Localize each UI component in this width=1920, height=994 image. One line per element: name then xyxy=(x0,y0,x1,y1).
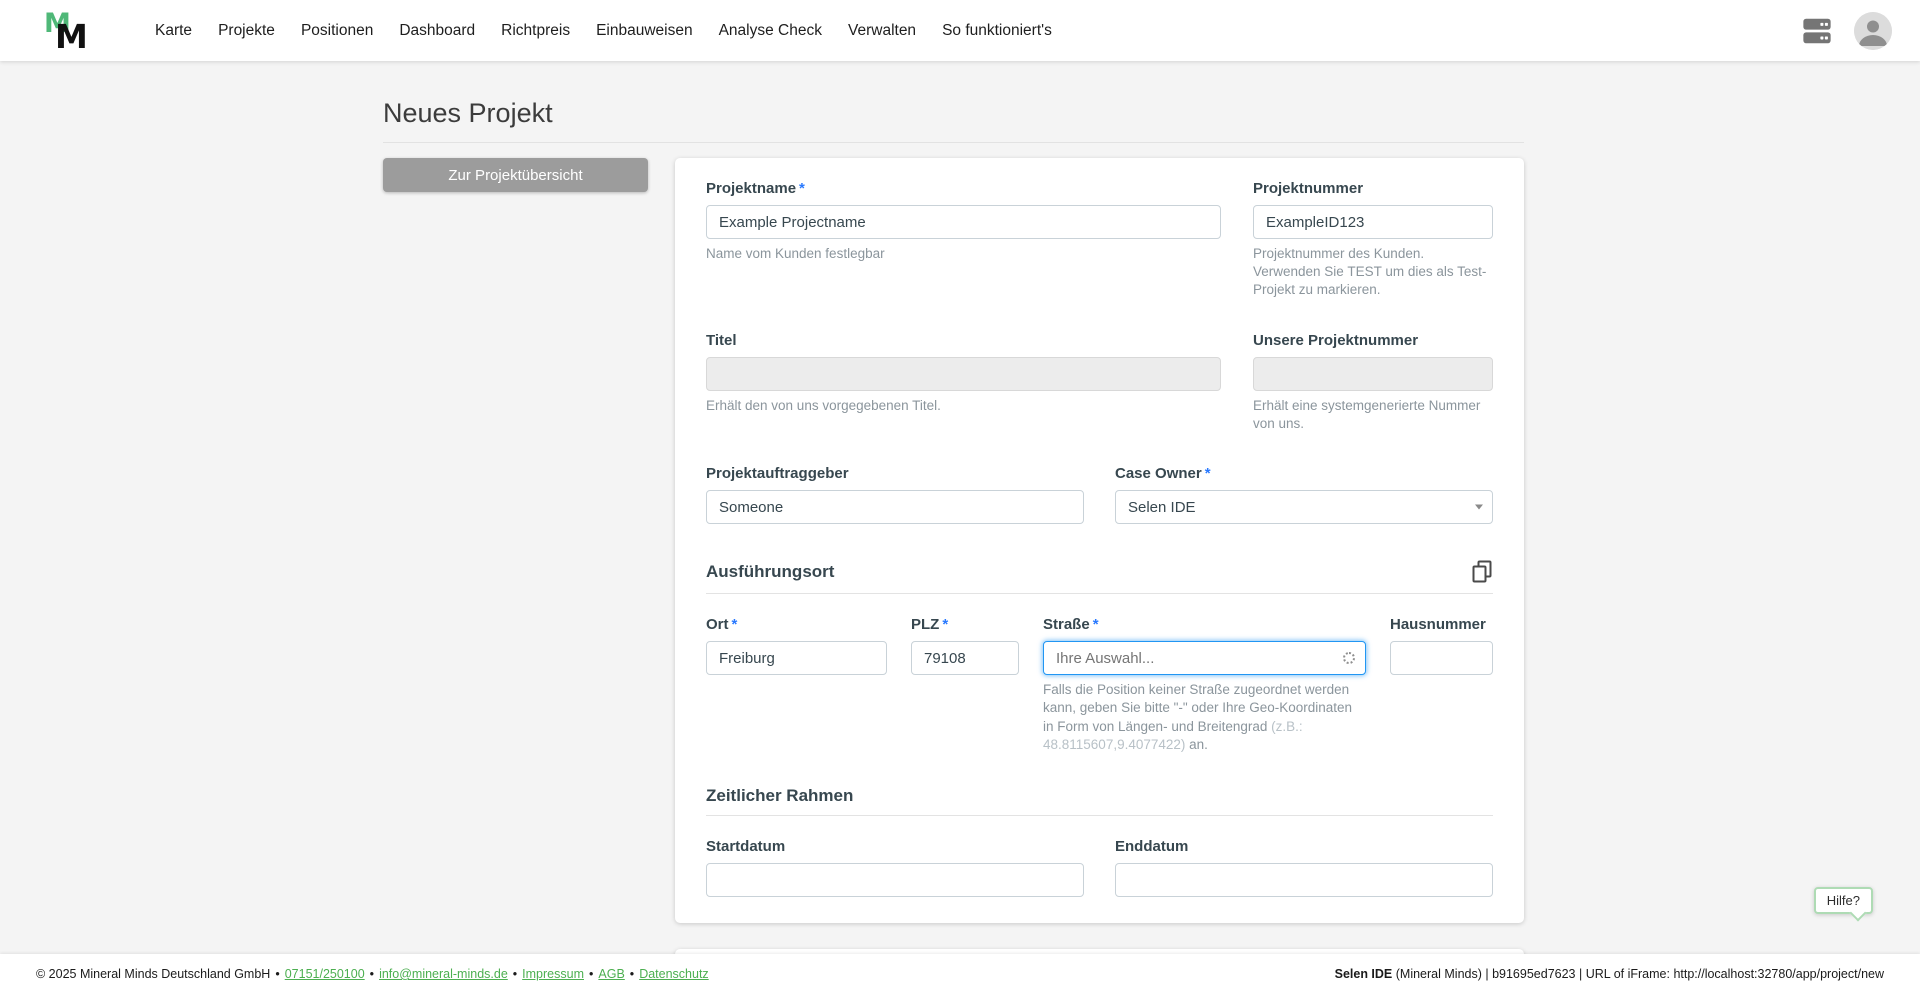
footer-left: © 2025 Mineral Minds Deutschland GmbH • … xyxy=(36,967,709,981)
nav-item-dashboard[interactable]: Dashboard xyxy=(386,12,488,50)
zur-projektuebersicht-button[interactable]: Zur Projektübersicht xyxy=(383,158,648,192)
projektname-hint: Name vom Kunden festlegbar xyxy=(706,245,1221,263)
hausnummer-label: Hausnummer xyxy=(1390,616,1493,633)
nav-item-positionen[interactable]: Positionen xyxy=(288,12,386,50)
ausfuehrungsort-title: Ausführungsort xyxy=(706,562,834,582)
startdatum-field-group: Startdatum xyxy=(706,838,1084,897)
server-stack-icon[interactable] xyxy=(1800,16,1834,46)
footer-separator: • xyxy=(275,967,279,981)
projektnummer-field-group: Projektnummer Projektnummer des Kunden. … xyxy=(1253,180,1493,300)
plz-field-group: PLZ* xyxy=(911,616,1019,754)
projektnummer-input[interactable] xyxy=(1253,205,1493,239)
nav-item-projekte[interactable]: Projekte xyxy=(205,12,288,50)
footer-link-agb[interactable]: AGB xyxy=(598,967,624,981)
ort-input[interactable] xyxy=(706,641,887,675)
projektname-label: Projektname* xyxy=(706,180,1221,197)
title-divider xyxy=(383,142,1524,143)
case-owner-select[interactable]: Selen IDE xyxy=(1115,490,1493,524)
titel-label: Titel xyxy=(706,332,1221,349)
logo-m-black: M xyxy=(55,20,88,53)
projektname-input[interactable] xyxy=(706,205,1221,239)
copy-address-icon[interactable] xyxy=(1471,560,1493,584)
plz-label: PLZ* xyxy=(911,616,1019,633)
user-avatar-icon[interactable] xyxy=(1854,12,1892,50)
unsere-projektnummer-label: Unsere Projektnummer xyxy=(1253,332,1493,349)
enddatum-input[interactable] xyxy=(1115,863,1493,897)
nav-item-analyse-check[interactable]: Analyse Check xyxy=(706,12,835,50)
footer-link-phone[interactable]: 07151/250100 xyxy=(285,967,365,981)
projektauftraggeber-label: Projektauftraggeber xyxy=(706,465,1084,482)
enddatum-field-group: Enddatum xyxy=(1115,838,1493,897)
ausfuehrungsort-section-header: Ausführungsort xyxy=(706,560,1493,594)
nav-item-karte[interactable]: Karte xyxy=(142,12,205,50)
zeitlicher-rahmen-title: Zeitlicher Rahmen xyxy=(706,786,853,806)
unsere-projektnummer-field-group: Unsere Projektnummer Erhält eine systemg… xyxy=(1253,332,1493,433)
projektauftraggeber-field-group: Projektauftraggeber xyxy=(706,465,1084,524)
strasse-hint: Falls die Position keiner Straße zugeord… xyxy=(1043,681,1366,754)
footer-separator: • xyxy=(370,967,374,981)
hausnummer-input[interactable] xyxy=(1390,641,1493,675)
required-marker: * xyxy=(1205,465,1211,482)
enddatum-label: Enddatum xyxy=(1115,838,1493,855)
ort-label: Ort* xyxy=(706,616,887,633)
project-form-card: Projektname* Name vom Kunden festlegbar … xyxy=(675,158,1524,923)
footer-link-impressum[interactable]: Impressum xyxy=(522,967,584,981)
case-owner-label: Case Owner* xyxy=(1115,465,1493,482)
projektauftraggeber-input[interactable] xyxy=(706,490,1084,524)
footer-link-email[interactable]: info@mineral-minds.de xyxy=(379,967,508,981)
ort-field-group: Ort* xyxy=(706,616,887,754)
nav-item-richtpreis[interactable]: Richtpreis xyxy=(488,12,583,50)
zeitlicher-rahmen-section-header: Zeitlicher Rahmen xyxy=(706,786,1493,816)
unsere-projektnummer-hint: Erhält eine systemgenerierte Nummer von … xyxy=(1253,397,1493,433)
footer-separator: • xyxy=(589,967,593,981)
nav-item-verwalten[interactable]: Verwalten xyxy=(835,12,929,50)
unsere-projektnummer-input xyxy=(1253,357,1493,391)
startdatum-label: Startdatum xyxy=(706,838,1084,855)
titel-hint: Erhält den von uns vorgegebenen Titel. xyxy=(706,397,1221,415)
projektname-field-group: Projektname* Name vom Kunden festlegbar xyxy=(706,180,1221,300)
required-marker: * xyxy=(799,180,805,197)
nav-item-einbauweisen[interactable]: Einbauweisen xyxy=(583,12,706,50)
case-owner-field-group: Case Owner* Selen IDE xyxy=(1115,465,1493,524)
strasse-input[interactable] xyxy=(1043,641,1366,675)
hausnummer-field-group: Hausnummer xyxy=(1390,616,1493,754)
footer-session-info: Selen IDE (Mineral Minds) | b91695ed7623… xyxy=(1335,967,1884,981)
footer-separator: • xyxy=(513,967,517,981)
required-marker: * xyxy=(732,616,738,633)
chevron-down-icon xyxy=(1475,505,1483,510)
loading-spinner-icon xyxy=(1343,652,1355,664)
plz-input[interactable] xyxy=(911,641,1019,675)
page-footer: © 2025 Mineral Minds Deutschland GmbH • … xyxy=(0,954,1920,994)
page-title: Neues Projekt xyxy=(383,98,1524,129)
titel-input xyxy=(706,357,1221,391)
mineral-minds-logo[interactable]: M M xyxy=(44,6,90,56)
projektnummer-hint: Projektnummer des Kunden. Verwenden Sie … xyxy=(1253,245,1493,300)
titel-field-group: Titel Erhält den von uns vorgegebenen Ti… xyxy=(706,332,1221,433)
projektnummer-label: Projektnummer xyxy=(1253,180,1493,197)
footer-app-name: Selen IDE xyxy=(1335,967,1393,981)
navbar-right xyxy=(1800,12,1892,50)
case-owner-selected-value: Selen IDE xyxy=(1128,499,1196,516)
footer-session-details: (Mineral Minds) | b91695ed7623 | URL of … xyxy=(1392,967,1884,981)
top-navbar: M M Karte Projekte Positionen Dashboard … xyxy=(0,0,1920,61)
required-marker: * xyxy=(942,616,948,633)
footer-separator: • xyxy=(630,967,634,981)
strasse-field-group: Straße* Falls die Position keiner Straße… xyxy=(1043,616,1366,754)
nav-item-so-funktionierts[interactable]: So funktioniert's xyxy=(929,12,1065,50)
hilfe-button[interactable]: Hilfe? xyxy=(1814,887,1873,914)
nav-menu: Karte Projekte Positionen Dashboard Rich… xyxy=(142,12,1065,50)
strasse-label: Straße* xyxy=(1043,616,1366,633)
startdatum-input[interactable] xyxy=(706,863,1084,897)
copyright-text: © 2025 Mineral Minds Deutschland GmbH xyxy=(36,967,270,981)
main-content: Neues Projekt Zur Projektübersicht Proje… xyxy=(0,61,1920,954)
required-marker: * xyxy=(1093,616,1099,633)
footer-link-datenschutz[interactable]: Datenschutz xyxy=(639,967,708,981)
